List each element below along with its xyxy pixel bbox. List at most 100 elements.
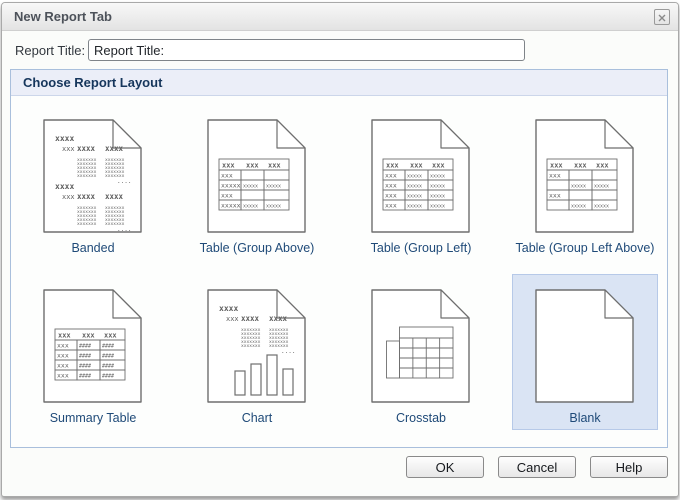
layout-tile-label: Table (Group Left Above) — [516, 241, 655, 255]
layout-tile-summary-table[interactable]: xxx xxx xxx xxx #### #### xxx #### #### xxx #### ##… — [20, 274, 166, 430]
help-button[interactable]: Help — [590, 456, 668, 478]
report-title-label: Report Title: — [15, 43, 85, 58]
svg-text:xxx: xxx — [104, 332, 117, 340]
svg-text:xxx: xxx — [385, 192, 397, 200]
svg-text:xxxxxxx: xxxxxxx — [77, 174, 97, 179]
svg-text:xxxx: xxxx — [219, 304, 238, 313]
svg-text:xxxxx: xxxxx — [430, 204, 445, 210]
svg-text:....: .... — [117, 226, 131, 233]
svg-text:xxxxx: xxxxx — [221, 182, 241, 190]
banded-icon: xxxxxxxxxxxxxxxxxxxxxxxxxxxxxxxxxxxxxxxx… — [43, 119, 143, 233]
svg-text:xxxx: xxxx — [55, 134, 74, 143]
layout-tile-table-group-above[interactable]: xxxxxxxxxxxxxxxxxxxxxxxxxxxxxxxxxxxxxxxx… — [184, 104, 330, 260]
svg-text:xxxx: xxxx — [241, 314, 260, 323]
dialog-titlebar[interactable]: New Report Tab — [2, 3, 678, 31]
svg-text:xxxxx: xxxxx — [571, 184, 586, 190]
layout-tile-label: Chart — [242, 411, 273, 425]
layout-tile-table-group-left[interactable]: xxxxxxxxxxxxxxxxxxxxxxxxxxxxxxxxxxxxxxxx… — [348, 104, 494, 260]
svg-text:xxxxx: xxxxx — [266, 184, 281, 190]
svg-text:xxxx: xxxx — [77, 144, 96, 153]
choose-report-layout-panel: Choose Report Layout xxxxxxxxxxxxxxxxxxx… — [10, 69, 668, 448]
svg-text:xxx: xxx — [62, 193, 75, 201]
summary-table-icon: xxx xxx xxx xxx #### #### xxx #### #### xxx #### ##… — [43, 289, 143, 403]
svg-text:xxx: xxx — [226, 315, 239, 323]
svg-text:xxxxx: xxxxx — [594, 184, 609, 190]
layout-tile-label: Banded — [71, 241, 114, 255]
close-icon — [658, 10, 666, 25]
table-group-left-above-icon: xxxxxxxxxxxxxxxxxxxxxxxxxxxxxxxxxxx — [535, 119, 635, 233]
svg-text:xxxxx: xxxxx — [407, 174, 422, 180]
svg-text:xxxxxxx: xxxxxxx — [241, 344, 261, 349]
svg-text:xxxxx: xxxxx — [430, 174, 445, 180]
svg-text:xxx: xxx — [386, 162, 399, 170]
svg-text:xxx: xxx — [268, 162, 281, 170]
layout-tile-table-group-left-above[interactable]: xxxxxxxxxxxxxxxxxxxxxxxxxxxxxxxxxxx Tabl… — [512, 104, 658, 260]
svg-text:xxx: xxx — [549, 172, 561, 180]
svg-text:xxxxx: xxxxx — [571, 204, 586, 210]
svg-text:####: #### — [102, 364, 114, 370]
svg-text:xxx: xxx — [550, 162, 563, 170]
svg-text:####: #### — [79, 344, 91, 350]
svg-text:xxx: xxx — [246, 162, 259, 170]
svg-text:####: #### — [102, 344, 114, 350]
report-title-input[interactable] — [88, 39, 525, 61]
svg-text:xxx: xxx — [58, 332, 71, 340]
svg-text:....: .... — [281, 348, 295, 355]
svg-text:xxxxx: xxxxx — [430, 184, 445, 190]
svg-text:xxx: xxx — [596, 162, 609, 170]
svg-text:xxx: xxx — [385, 202, 397, 210]
svg-text:xxx: xxx — [385, 182, 397, 190]
close-button[interactable] — [654, 9, 670, 25]
cancel-button[interactable]: Cancel — [498, 456, 576, 478]
svg-text:xxx: xxx — [82, 332, 95, 340]
svg-text:xxx: xxx — [62, 145, 75, 153]
svg-text:####: #### — [79, 364, 91, 370]
svg-text:xxx: xxx — [57, 372, 69, 380]
svg-text:####: #### — [79, 354, 91, 360]
layout-tile-label: Summary Table — [50, 411, 137, 425]
panel-heading: Choose Report Layout — [11, 70, 667, 96]
dialog-title: New Report Tab — [14, 9, 112, 24]
svg-text:xxxxx: xxxxx — [243, 204, 258, 210]
layout-tile-chart[interactable]: xxxxxxxxxxxxxxxxxxxxxxxxxxxxxxxxxxxxxxxx… — [184, 274, 330, 430]
layout-tile-label: Crosstab — [396, 411, 446, 425]
layout-tile-crosstab[interactable]: Crosstab — [348, 274, 494, 430]
dialog-buttons: OK Cancel Help — [2, 456, 668, 478]
svg-text:xxxxxxx: xxxxxxx — [77, 222, 97, 227]
svg-text:xxx: xxx — [432, 162, 445, 170]
svg-text:xxxxx: xxxxx — [430, 194, 445, 200]
svg-text:xxxxx: xxxxx — [407, 204, 422, 210]
svg-text:xxx: xxx — [57, 352, 69, 360]
svg-text:xxx: xxx — [57, 362, 69, 370]
svg-text:xxxxx: xxxxx — [407, 194, 422, 200]
svg-text:####: #### — [79, 374, 91, 380]
svg-text:....: .... — [117, 178, 131, 185]
svg-text:xxxx: xxxx — [77, 192, 96, 201]
svg-text:xxxx: xxxx — [55, 182, 74, 191]
ok-button[interactable]: OK — [406, 456, 484, 478]
layout-grid: xxxxxxxxxxxxxxxxxxxxxxxxxxxxxxxxxxxxxxxx… — [11, 96, 667, 436]
layout-tile-banded[interactable]: xxxxxxxxxxxxxxxxxxxxxxxxxxxxxxxxxxxxxxxx… — [20, 104, 166, 260]
svg-text:xxxxx: xxxxx — [594, 204, 609, 210]
chart-icon: xxxxxxxxxxxxxxxxxxxxxxxxxxxxxxxxxxxxxxxx… — [207, 289, 307, 403]
svg-text:xxxxx: xxxxx — [243, 184, 258, 190]
svg-text:xxxx: xxxx — [105, 192, 124, 201]
svg-text:####: #### — [102, 354, 114, 360]
svg-text:xxxxx: xxxxx — [407, 184, 422, 190]
svg-text:xxx: xxx — [410, 162, 423, 170]
svg-text:####: #### — [102, 374, 114, 380]
report-title-row: Report Title: — [2, 39, 678, 63]
layout-tile-blank[interactable]: Blank — [512, 274, 658, 430]
blank-icon — [535, 289, 635, 403]
svg-text:xxxxx: xxxxx — [221, 202, 241, 210]
table-group-above-icon: xxxxxxxxxxxxxxxxxxxxxxxxxxxxxxxxxxxxxxxx… — [207, 119, 307, 233]
layout-tile-label: Blank — [569, 411, 600, 425]
crosstab-icon — [371, 289, 471, 403]
svg-text:xxx: xxx — [57, 342, 69, 350]
svg-text:xxxx: xxxx — [105, 144, 124, 153]
svg-text:xxx: xxx — [574, 162, 587, 170]
svg-text:xxx: xxx — [221, 172, 233, 180]
svg-text:xxxx: xxxx — [269, 314, 288, 323]
layout-tile-label: Table (Group Above) — [200, 241, 315, 255]
svg-text:xxx: xxx — [221, 192, 233, 200]
